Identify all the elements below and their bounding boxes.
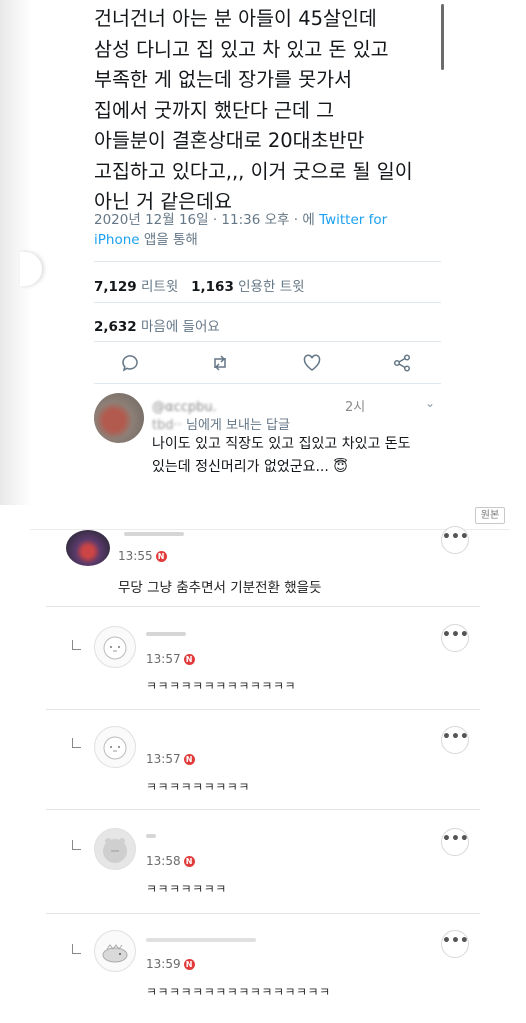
more-options-button[interactable]: ••• <box>441 526 469 554</box>
tweet-line: 아들분이 결혼상대로 20대초반만 <box>94 129 365 152</box>
blurred-username <box>146 938 256 942</box>
avatar[interactable] <box>66 530 110 566</box>
new-badge: N <box>183 959 195 970</box>
new-badge: N <box>155 551 167 562</box>
client-suffix: 앱을 통해 <box>139 232 198 248</box>
divider <box>94 341 441 342</box>
avatar[interactable] <box>94 930 136 972</box>
avatar[interactable] <box>94 393 144 443</box>
like-stats[interactable]: 2,632 마음에 들어요 <box>94 315 220 335</box>
reply-arrow-icon <box>72 640 81 650</box>
blurred-username <box>146 834 156 838</box>
reply-body: 나이도 있고 직장도 있고 집있고 차있고 돈도 있는데 정신머리가 없었군요.… <box>152 433 442 479</box>
new-badge: N <box>183 856 195 867</box>
tweet-timestamp: 2020년 12월 16일 · 11:36 오후 · 에 <box>94 212 320 228</box>
comment-time: 13:57 N <box>146 752 195 766</box>
more-options-button[interactable]: ••• <box>441 726 469 754</box>
divider <box>46 709 480 710</box>
divider <box>94 302 441 303</box>
quote-label: 인용한 트윗 <box>238 279 305 295</box>
chevron-down-icon[interactable]: ⌄ <box>425 396 435 410</box>
avatar[interactable] <box>94 726 136 768</box>
reply-to-handle: tbd·· <box>152 418 182 433</box>
avatar[interactable] <box>94 828 136 870</box>
new-badge: N <box>183 654 195 665</box>
reply-handle: @αccpbu. <box>152 400 217 415</box>
comment-time: 13:59 N <box>146 957 195 971</box>
reply-icon[interactable] <box>120 353 140 373</box>
divider <box>46 606 480 607</box>
tweet-line: 집에서 굿까지 했단다 근데 그 <box>94 98 335 122</box>
more-options-button[interactable]: ••• <box>441 828 469 856</box>
quote-count: 1,163 <box>191 279 234 295</box>
reply-header: @αccpbu. 2시 <box>152 396 365 415</box>
more-options-button[interactable]: ••• <box>441 930 469 958</box>
divider <box>46 809 480 810</box>
reply-arrow-icon <box>72 944 81 954</box>
reply-time: 2시 <box>345 400 366 415</box>
reply-to: tbd·· 님에게 보내는 답글 <box>152 414 290 433</box>
reply-arrow-icon <box>72 738 81 748</box>
divider <box>94 383 441 384</box>
tweet-line: 건너건너 아는 분 아들이 45살인데 <box>94 7 377 30</box>
like-label: 마음에 들어요 <box>141 319 220 335</box>
reply-line: 있는데 정신머리가 없었군요... 😇 <box>152 459 348 475</box>
comment-text: ㅋㅋㅋㅋㅋㅋㅋ <box>146 882 227 896</box>
blurred-username <box>124 532 184 536</box>
reply-arrow-icon <box>72 840 81 850</box>
tweet-line: 삼성 다니고 집 있고 차 있고 돈 있고 <box>94 37 389 61</box>
reply-line: 나이도 있고 직장도 있고 집있고 차있고 돈도 <box>152 436 411 452</box>
comment-text: ㅋㅋㅋㅋㅋㅋㅋㅋㅋ <box>146 780 250 794</box>
divider <box>94 261 441 262</box>
like-count: 2,632 <box>94 319 137 335</box>
new-badge: N <box>183 754 195 765</box>
more-options-button[interactable]: ••• <box>441 624 469 652</box>
retweet-icon[interactable] <box>210 353 230 373</box>
heart-icon[interactable] <box>302 353 322 373</box>
tweet-line: 고집하고 있다고,,, 이거 굿으로 될 일이 <box>94 159 413 183</box>
tweet-meta: 2020년 12월 16일 · 11:36 오후 · 에 Twitter for… <box>94 210 434 250</box>
source-badge[interactable]: 원본 <box>475 507 505 524</box>
retweet-label: 리트윗 <box>141 279 179 295</box>
divider <box>46 913 480 914</box>
tweet-line: 부족한 게 없는데 장가를 못가서 <box>94 68 353 91</box>
divider <box>30 529 510 530</box>
comment-text: 무당 그냥 춤추면서 기분전환 했을듯 <box>118 580 322 596</box>
comment-time: 13:55 N <box>118 549 167 563</box>
client-link-2[interactable]: iPhone <box>94 232 140 248</box>
tweet-text: 건너건너 아는 분 아들이 45살인데 삼성 다니고 집 있고 차 있고 돈 있… <box>94 4 444 218</box>
client-link[interactable]: Twitter for <box>319 212 387 228</box>
retweet-stats[interactable]: 7,129 리트윗 1,163 인용한 트윗 <box>94 275 305 295</box>
comment-text: ㅋㅋㅋㅋㅋㅋㅋㅋㅋㅋㅋㅋㅋㅋㅋㅋ <box>146 985 331 999</box>
comment-time: 13:58 N <box>146 854 195 868</box>
avatar[interactable] <box>94 626 136 668</box>
comment-time: 13:57 N <box>146 652 195 666</box>
blurred-username <box>146 632 186 636</box>
share-icon[interactable] <box>392 353 412 373</box>
comment-text: ㅋㅋㅋㅋㅋㅋㅋㅋㅋㅋㅋㅋㅋ <box>146 679 297 693</box>
reply-to-label: 님에게 보내는 답글 <box>186 418 290 433</box>
retweet-count: 7,129 <box>94 279 137 295</box>
